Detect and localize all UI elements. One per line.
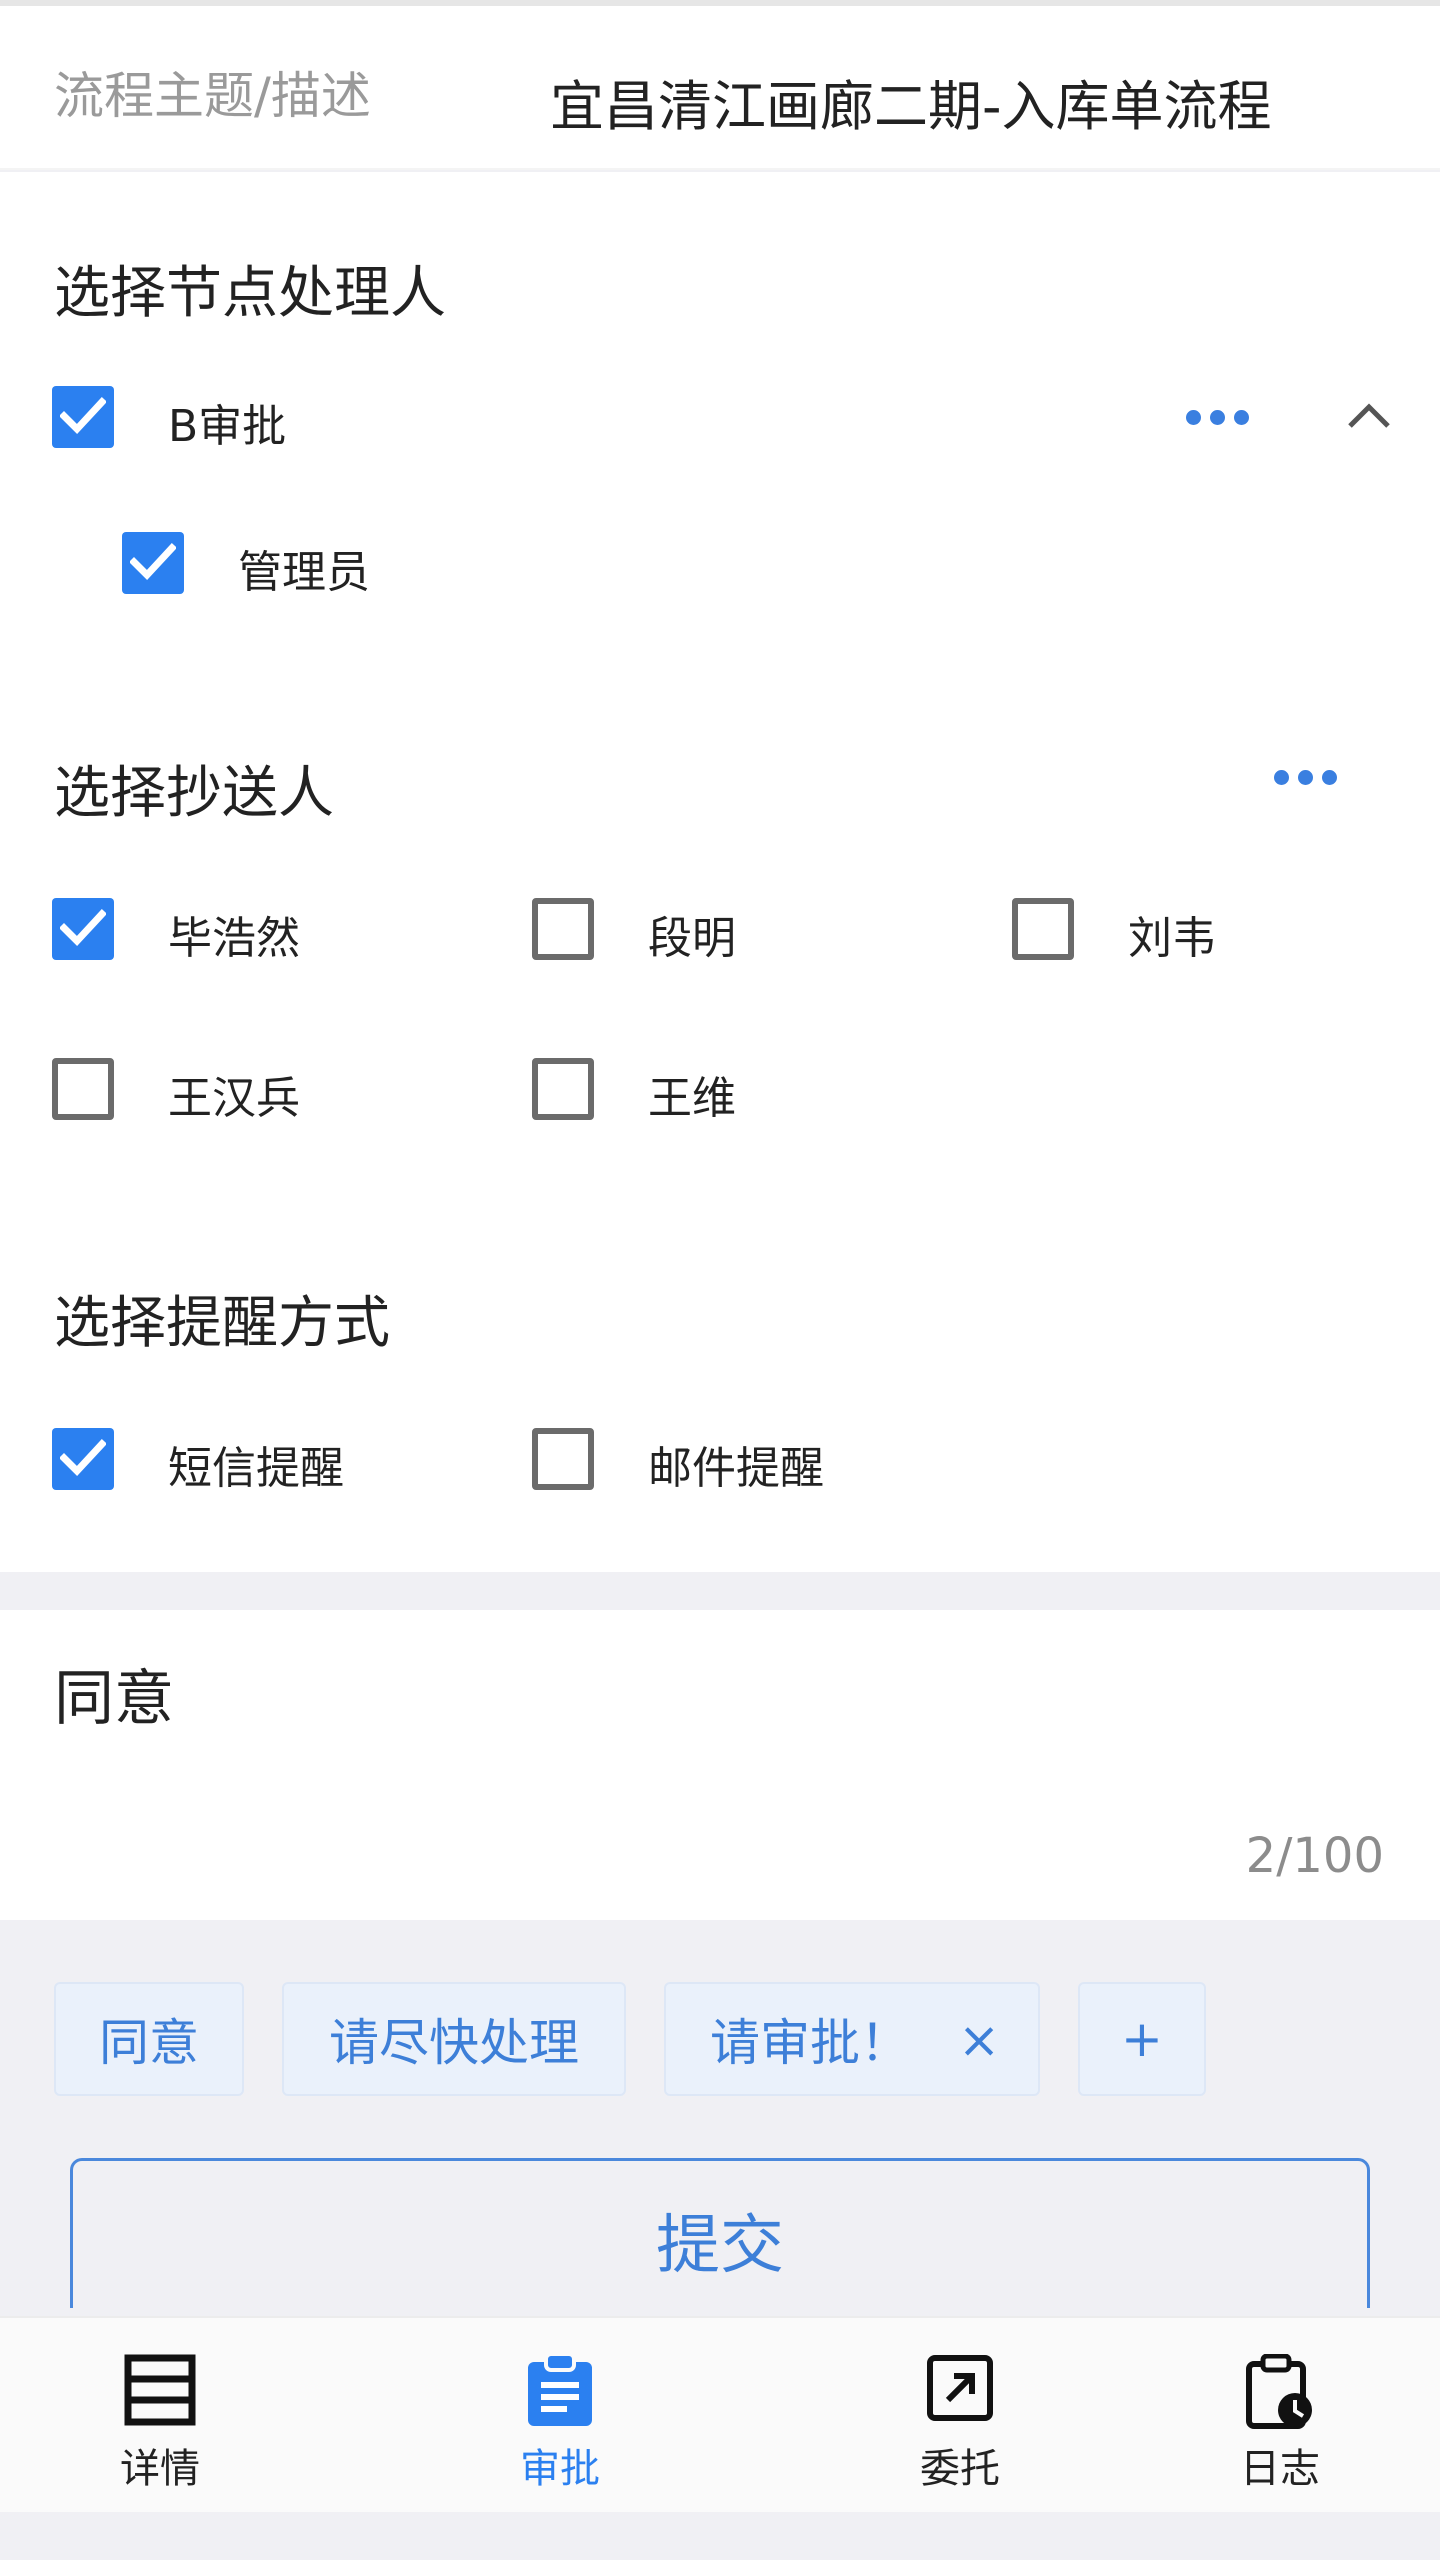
reminder-checkbox-email[interactable]	[532, 1428, 594, 1490]
bottom-nav: 详情 审批 委托 日志	[0, 2316, 1440, 2512]
phrase-chip-please-approve[interactable]: 请审批！ ×	[664, 1982, 1040, 2096]
phrase-chip-label: 请尽快处理	[329, 2014, 579, 2072]
nav-tab-delegate[interactable]: 委托	[860, 2318, 1060, 2514]
close-icon[interactable]: ×	[958, 2011, 1000, 2069]
node-handler-title: 选择节点处理人	[54, 261, 446, 326]
check-icon	[60, 397, 106, 435]
cc-checkbox-1[interactable]	[52, 898, 114, 960]
cc-label-2: 段明	[648, 913, 736, 964]
cc-label-3: 刘韦	[1128, 913, 1216, 964]
nav-label: 委托	[920, 2446, 1000, 2492]
bottom-safe-area	[0, 2512, 1440, 2560]
reminder-title: 选择提醒方式	[54, 1291, 390, 1356]
check-icon	[60, 909, 106, 947]
member-checkbox-admin[interactable]	[122, 532, 184, 594]
nav-label: 详情	[120, 2446, 200, 2492]
phrase-chip-agree[interactable]: 同意	[54, 1982, 244, 2096]
cc-title: 选择抄送人	[54, 761, 334, 826]
phrase-chip-label: 同意	[99, 2014, 199, 2072]
phrase-chip-urgent[interactable]: 请尽快处理	[282, 1982, 626, 2096]
check-icon	[60, 1439, 106, 1477]
nav-label: 日志	[1240, 2446, 1320, 2492]
form-card: 选择节点处理人 B审批 管理员 选择抄送人 毕浩然 段明 刘韦 王汉兵 王维 选…	[0, 172, 1440, 1572]
cc-label-1: 毕浩然	[168, 913, 300, 964]
more-options-icon[interactable]	[1186, 410, 1249, 425]
chevron-up-icon[interactable]	[1344, 398, 1394, 432]
check-icon	[130, 543, 176, 581]
nav-tab-details[interactable]: 详情	[60, 2318, 260, 2514]
plus-icon: +	[1121, 2010, 1163, 2068]
reminder-checkbox-sms[interactable]	[52, 1428, 114, 1490]
reminder-label-sms: 短信提醒	[168, 1443, 344, 1494]
comment-text: 同意	[54, 1664, 174, 1734]
cc-label-4: 王汉兵	[168, 1073, 300, 1124]
cc-checkbox-5[interactable]	[532, 1058, 594, 1120]
process-subject-row: 流程主题/描述 宜昌清江画廊二期-入库单流程	[0, 0, 1440, 170]
approval-page: 流程主题/描述 宜昌清江画廊二期-入库单流程 选择节点处理人 B审批 管理员 选…	[0, 0, 1440, 2560]
cc-checkbox-2[interactable]	[532, 898, 594, 960]
list-icon	[124, 2354, 196, 2426]
comment-textarea[interactable]: 同意 2/100	[0, 1610, 1440, 1920]
nav-tab-approve[interactable]: 审批	[460, 2318, 660, 2514]
reminder-label-email: 邮件提醒	[648, 1443, 824, 1494]
nav-tab-log[interactable]: 日志	[1180, 2318, 1380, 2514]
nav-label: 审批	[520, 2446, 600, 2492]
phrase-chip-label: 请审批！	[710, 2014, 910, 2072]
submit-button[interactable]: 提交	[70, 2158, 1370, 2308]
group-checkbox-b-approval[interactable]	[52, 386, 114, 448]
member-label: 管理员	[238, 547, 370, 598]
cc-checkbox-4[interactable]	[52, 1058, 114, 1120]
process-subject-label: 流程主题/描述	[54, 67, 371, 125]
process-subject-value: 宜昌清江画廊二期-入库单流程	[550, 75, 1272, 138]
add-phrase-button[interactable]: +	[1078, 1982, 1206, 2096]
share-arrow-icon	[927, 2355, 993, 2421]
clipboard-icon	[528, 2354, 592, 2426]
char-counter: 2/100	[1245, 1828, 1384, 1884]
cc-checkbox-3[interactable]	[1012, 898, 1074, 960]
group-label: B审批	[168, 401, 287, 452]
cc-label-5: 王维	[648, 1073, 736, 1124]
clipboard-clock-icon	[1246, 2354, 1312, 2429]
more-options-icon[interactable]	[1274, 770, 1337, 785]
